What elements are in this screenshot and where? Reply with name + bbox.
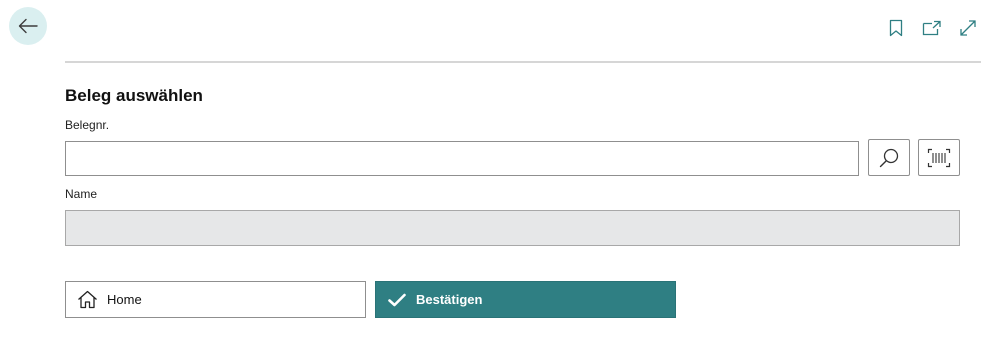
expand-icon <box>959 19 977 37</box>
name-label: Name <box>65 187 98 201</box>
checkmark-icon <box>388 293 406 307</box>
expand-button[interactable] <box>957 17 979 39</box>
open-in-new-window-button[interactable] <box>921 17 943 39</box>
open-in-new-window-icon <box>922 20 942 36</box>
name-field <box>65 210 960 246</box>
bookmark-button[interactable] <box>885 17 907 39</box>
back-button[interactable] <box>9 7 47 45</box>
home-button-label: Home <box>107 292 142 307</box>
confirm-button[interactable]: Bestätigen <box>375 281 676 318</box>
barcode-scan-icon <box>927 148 951 168</box>
barcode-scan-button[interactable] <box>918 139 960 176</box>
home-button[interactable]: Home <box>65 281 366 318</box>
search-icon <box>878 147 900 169</box>
page-title: Beleg auswählen <box>65 86 203 105</box>
arrow-left-icon <box>18 18 38 34</box>
select-document-page: Beleg auswählen Belegnr. Name Home Bestä… <box>0 0 1007 345</box>
document-no-label: Belegnr. <box>65 118 110 132</box>
page-actions <box>885 17 979 39</box>
home-icon <box>77 290 98 309</box>
search-button[interactable] <box>868 139 910 176</box>
header-divider <box>65 61 981 63</box>
document-no-input[interactable] <box>65 141 859 176</box>
bookmark-icon <box>889 19 903 37</box>
confirm-button-label: Bestätigen <box>416 292 483 307</box>
